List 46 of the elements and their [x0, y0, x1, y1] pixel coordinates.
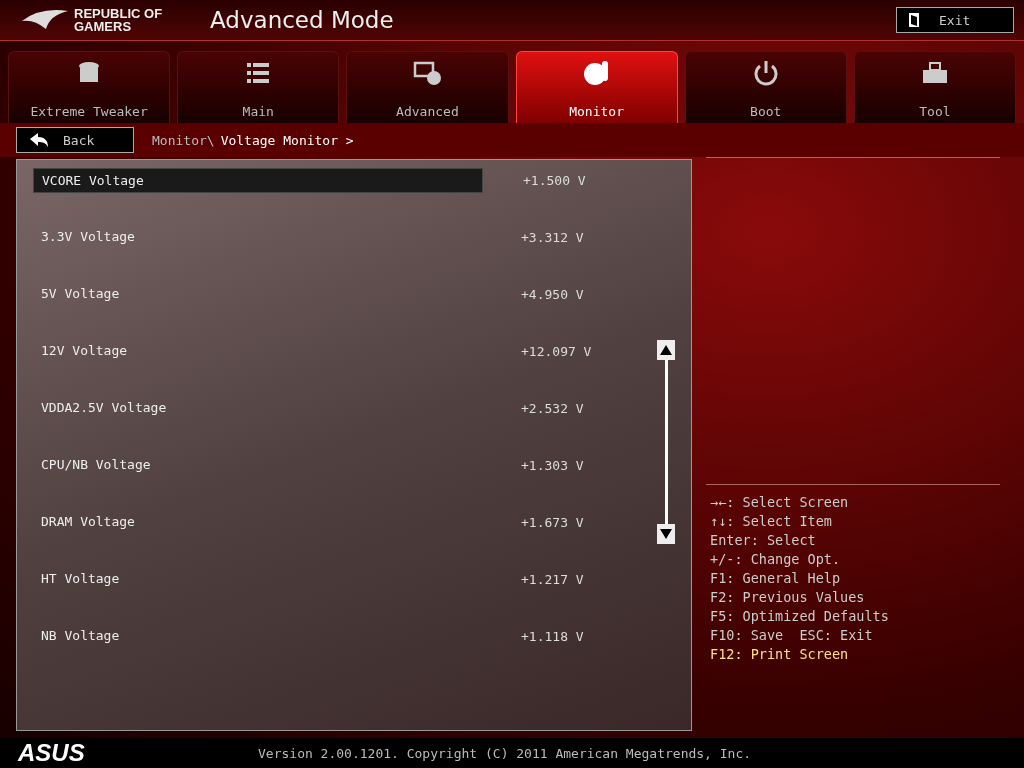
breadcrumb-current: Voltage Monitor >: [220, 132, 354, 148]
tab[interactable]: Boot: [684, 51, 847, 123]
help-line: →←: Select Screen: [710, 493, 850, 512]
item-value: +1.500 V: [523, 172, 586, 188]
item-label[interactable]: CPU/NB Voltage: [33, 453, 481, 476]
back-button[interactable]: Back: [16, 127, 134, 153]
item-value: +1.217 V: [521, 571, 584, 587]
tab[interactable]: Extreme Tweaker: [8, 51, 171, 123]
help-line: F2: Previous Values: [710, 588, 866, 607]
tab[interactable]: Advanced: [346, 51, 509, 123]
tab[interactable]: Monitor: [515, 51, 678, 123]
scrollbar[interactable]: [657, 340, 675, 544]
help-line: +/-: Change Opt.: [710, 550, 842, 569]
scroll-up-icon: [657, 340, 675, 360]
help-line: F5: Optimized Defaults: [710, 607, 890, 626]
brand-logo-text: REPUBLIC OF GAMERS: [74, 7, 163, 33]
tab[interactable]: Tool: [853, 51, 1017, 123]
item-label[interactable]: DRAM Voltage: [33, 510, 481, 533]
scroll-down-icon: [657, 524, 675, 544]
item-label[interactable]: HT Voltage: [33, 567, 481, 590]
item-value: +3.312 V: [521, 229, 584, 245]
item-value: +1.673 V: [521, 514, 584, 530]
help-line: F1: General Help: [710, 569, 842, 588]
item-label[interactable]: 3.3V Voltage: [33, 225, 481, 248]
page-title: Advanced Mode: [210, 7, 394, 33]
door-icon: [907, 12, 921, 28]
item-label[interactable]: 12V Voltage: [33, 339, 481, 362]
back-arrow-icon: [29, 132, 49, 148]
item-value: +1.303 V: [521, 457, 584, 473]
item-label[interactable]: NB Voltage: [33, 624, 481, 647]
help-line: F12: Print Screen: [710, 645, 850, 664]
item-label[interactable]: VDDA2.5V Voltage: [33, 396, 481, 419]
version-text: Version 2.00.1201. Copyright (C) 2011 American Megatrends, Inc.: [258, 745, 752, 761]
item-label[interactable]: 5V Voltage: [33, 282, 481, 305]
item-value: +1.118 V: [521, 628, 584, 644]
tab[interactable]: Main: [177, 51, 340, 123]
item-value: +2.532 V: [521, 400, 584, 416]
item-label[interactable]: VCORE Voltage: [33, 168, 483, 193]
help-line: ↑↓: Select Item: [710, 512, 833, 531]
exit-button[interactable]: Exit: [896, 7, 1014, 33]
item-value: +4.950 V: [521, 286, 584, 302]
breadcrumb-link[interactable]: Monitor\: [152, 132, 215, 148]
help-line: F10: Save ESC: Exit: [710, 626, 874, 645]
brand-logo: ASUS: [18, 739, 86, 767]
help-line: Enter: Select: [710, 531, 817, 550]
item-value: +12.097 V: [521, 343, 592, 359]
